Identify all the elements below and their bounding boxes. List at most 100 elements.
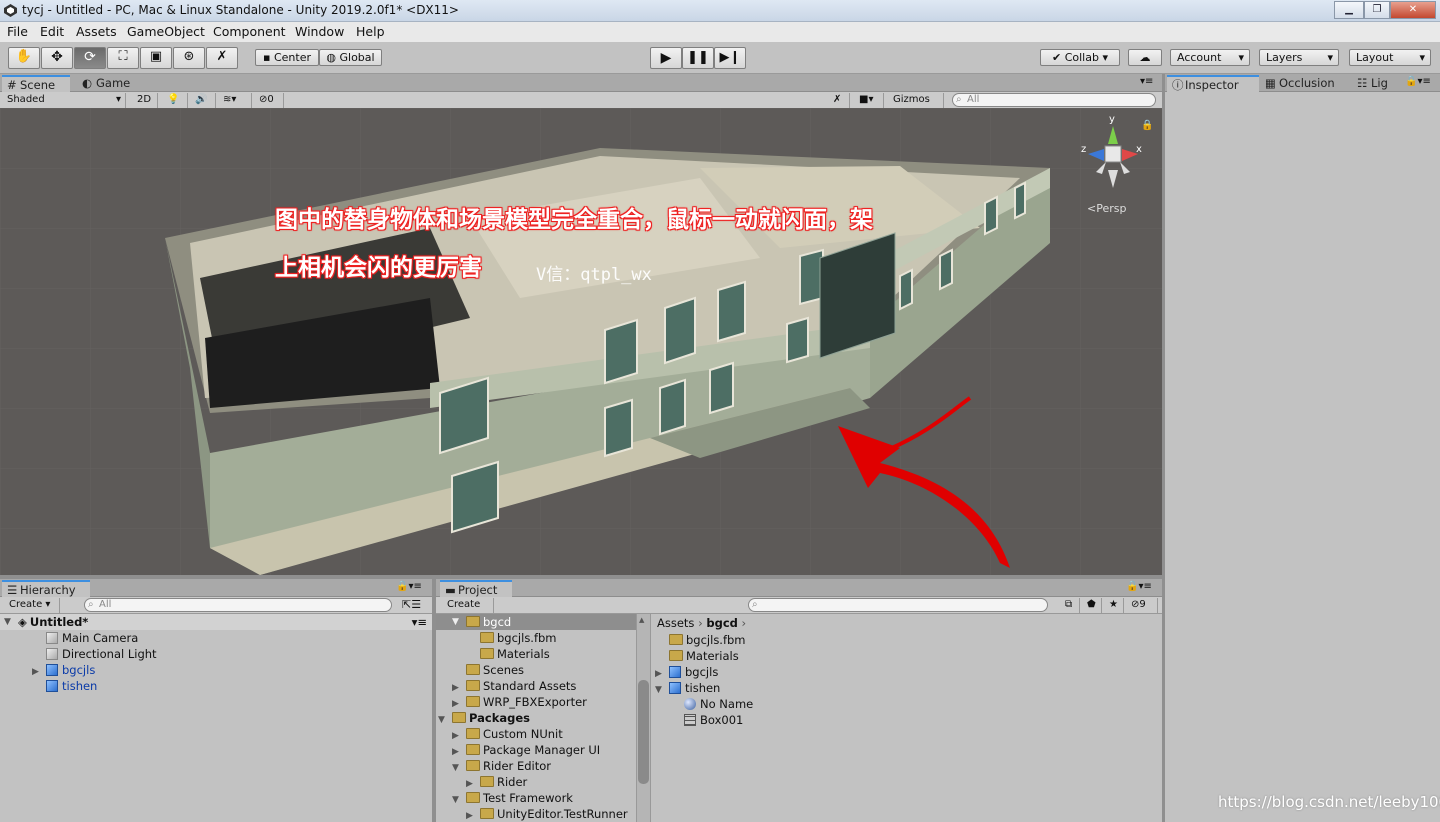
list-item[interactable]: ▶ bgcjls: [32, 662, 95, 678]
inspector-lock-icon[interactable]: 🔒▾≡: [1405, 76, 1431, 87]
chevron-right-icon[interactable]: ▶: [466, 808, 480, 822]
hierarchy-lock-icon[interactable]: 🔒▾≡: [396, 581, 422, 592]
hand-tool-button[interactable]: ✋: [8, 47, 40, 69]
tab-occlusion[interactable]: ▦ Occlusion: [1261, 75, 1349, 92]
filter-type-button[interactable]: ⧉: [1060, 598, 1080, 613]
chevron-down-icon[interactable]: ▼: [438, 712, 452, 728]
tree-scrollbar[interactable]: ▲: [636, 614, 650, 822]
hierarchy-search-input[interactable]: ⌕ All: [84, 598, 392, 612]
tree-item[interactable]: ▼ Test Framework: [452, 790, 573, 806]
shading-dropdown[interactable]: Shaded ▾: [2, 93, 126, 108]
chevron-down-icon[interactable]: ▼: [452, 792, 466, 808]
asset-item[interactable]: ▼ tishen: [655, 680, 720, 696]
tab-project[interactable]: ▬ Project: [440, 580, 512, 597]
scale-tool-button[interactable]: ⛶: [107, 47, 139, 69]
scene-tools-button[interactable]: ✗: [828, 93, 850, 108]
tree-item[interactable]: Scenes: [466, 662, 524, 678]
gizmos-dropdown[interactable]: Gizmos ▾: [888, 93, 944, 119]
camera-dropdown[interactable]: ■▾: [854, 93, 884, 108]
tree-item[interactable]: ▶ WRP_FBXExporter: [452, 694, 587, 710]
tree-item[interactable]: bgcjls.fbm: [480, 630, 557, 646]
layers-dropdown[interactable]: Layers ▾: [1259, 49, 1339, 66]
breadcrumb-current[interactable]: bgcd: [706, 616, 738, 630]
effects-dropdown[interactable]: ≋▾: [218, 93, 252, 108]
maximize-button[interactable]: ❐: [1364, 1, 1390, 19]
asset-item[interactable]: No Name: [684, 696, 753, 712]
menu-file[interactable]: File: [7, 24, 28, 39]
tree-item[interactable]: Materials: [480, 646, 550, 662]
pivot-icon: ▪: [263, 51, 271, 64]
project-lock-icon[interactable]: 🔒▾≡: [1126, 581, 1152, 592]
menu-assets[interactable]: Assets: [76, 24, 117, 39]
list-item[interactable]: Directional Light: [46, 646, 157, 662]
close-button[interactable]: ✕: [1390, 1, 1436, 19]
audio-toggle[interactable]: 🔊: [190, 93, 216, 108]
scene-menu-icon[interactable]: ▾≡: [412, 614, 427, 630]
sort-icon[interactable]: ⇱☰: [402, 598, 421, 611]
breadcrumb-root[interactable]: Assets: [657, 616, 694, 630]
tab-game[interactable]: ◐ Game: [78, 75, 140, 92]
rect-tool-button[interactable]: ▣: [140, 47, 172, 69]
tab-inspector[interactable]: ⓘ Inspector: [1167, 75, 1259, 92]
list-item[interactable]: Main Camera: [46, 630, 138, 646]
chevron-down-icon[interactable]: ▼: [655, 682, 669, 698]
list-item[interactable]: tishen: [46, 678, 97, 694]
scene-search-input[interactable]: ⌕ All: [952, 93, 1156, 107]
hierarchy-create-dropdown[interactable]: Create ▾: [4, 598, 60, 613]
tree-item[interactable]: ▼ Packages: [438, 710, 530, 726]
tree-item[interactable]: ▼ bgcd: [436, 614, 636, 630]
minimize-button[interactable]: ▁: [1334, 1, 1364, 19]
move-tool-button[interactable]: ✥: [41, 47, 73, 69]
cloud-button[interactable]: ☁: [1128, 49, 1162, 66]
menu-gameobject[interactable]: GameObject: [127, 24, 205, 39]
tree-item[interactable]: ▶ UnityEditor.TestRunner: [466, 806, 628, 822]
tree-item[interactable]: ▶ Package Manager UI: [452, 742, 600, 758]
chevron-down-icon[interactable]: ▼: [452, 760, 466, 776]
pause-button[interactable]: ❚❚: [682, 47, 714, 69]
step-button[interactable]: ▶❙: [714, 47, 746, 69]
pivot-center-button[interactable]: ▪ Center: [255, 49, 319, 66]
layout-dropdown[interactable]: Layout ▾: [1349, 49, 1431, 66]
scene-root-row[interactable]: ▼ ◈ Untitled* ▾≡: [0, 614, 432, 630]
hidden-objects-toggle[interactable]: ⊘0: [254, 93, 284, 108]
lighting-toggle[interactable]: 💡: [162, 93, 188, 108]
filter-label-button[interactable]: ⬟: [1082, 598, 1102, 613]
transform-tool-button[interactable]: ⊛: [173, 47, 205, 69]
persp-label[interactable]: <Persp: [1087, 202, 1126, 215]
play-button[interactable]: ▶: [650, 47, 682, 69]
collab-dropdown[interactable]: ✔ Collab ▾: [1040, 49, 1120, 66]
tree-item[interactable]: ▼ Rider Editor: [452, 758, 551, 774]
scroll-thumb[interactable]: [638, 680, 649, 784]
tab-lighting[interactable]: ☷ Lig: [1353, 75, 1403, 92]
mode-2d-button[interactable]: 2D: [132, 93, 158, 108]
rotate-tool-button[interactable]: ⟳: [74, 47, 106, 69]
tab-scene[interactable]: # Scene: [2, 75, 70, 92]
asset-item[interactable]: ▶ bgcjls: [655, 664, 718, 680]
panel-menu-icon[interactable]: ▾≡: [1140, 76, 1153, 87]
tab-hierarchy[interactable]: ☰ Hierarchy: [2, 580, 90, 597]
orientation-gizmo[interactable]: y x z: [1078, 114, 1148, 194]
scroll-up-icon[interactable]: ▲: [639, 616, 648, 624]
asset-item[interactable]: Box001: [684, 712, 743, 728]
custom-tool-button[interactable]: ✗: [206, 47, 238, 69]
tree-item[interactable]: ▶ Custom NUnit: [452, 726, 563, 742]
tree-item[interactable]: ▶ Rider: [466, 774, 527, 790]
project-create-dropdown[interactable]: Create ▾: [442, 598, 494, 624]
chevron-down-icon[interactable]: ▼: [4, 614, 18, 630]
tree-item[interactable]: ▶ Standard Assets: [452, 678, 576, 694]
project-search-input[interactable]: ⌕: [748, 598, 1048, 612]
menu-edit[interactable]: Edit: [40, 24, 64, 39]
menu-window[interactable]: Window: [295, 24, 344, 39]
space-global-button[interactable]: ◍ Global: [319, 49, 382, 66]
chevron-down-icon[interactable]: ▼: [452, 614, 466, 630]
hidden-packages-toggle[interactable]: ⊘9: [1126, 598, 1158, 613]
favorites-button[interactable]: ★: [1104, 598, 1124, 613]
lock-icon[interactable]: 🔒: [1141, 120, 1153, 131]
scene-view[interactable]: y x z 🔒 <Persp: [0, 108, 1162, 575]
menu-component[interactable]: Component: [213, 24, 286, 39]
asset-item[interactable]: bgcjls.fbm: [669, 632, 746, 648]
account-dropdown[interactable]: Account ▾: [1170, 49, 1250, 66]
chevron-right-icon[interactable]: ▶: [32, 664, 46, 680]
asset-item[interactable]: Materials: [669, 648, 739, 664]
menu-help[interactable]: Help: [356, 24, 385, 39]
